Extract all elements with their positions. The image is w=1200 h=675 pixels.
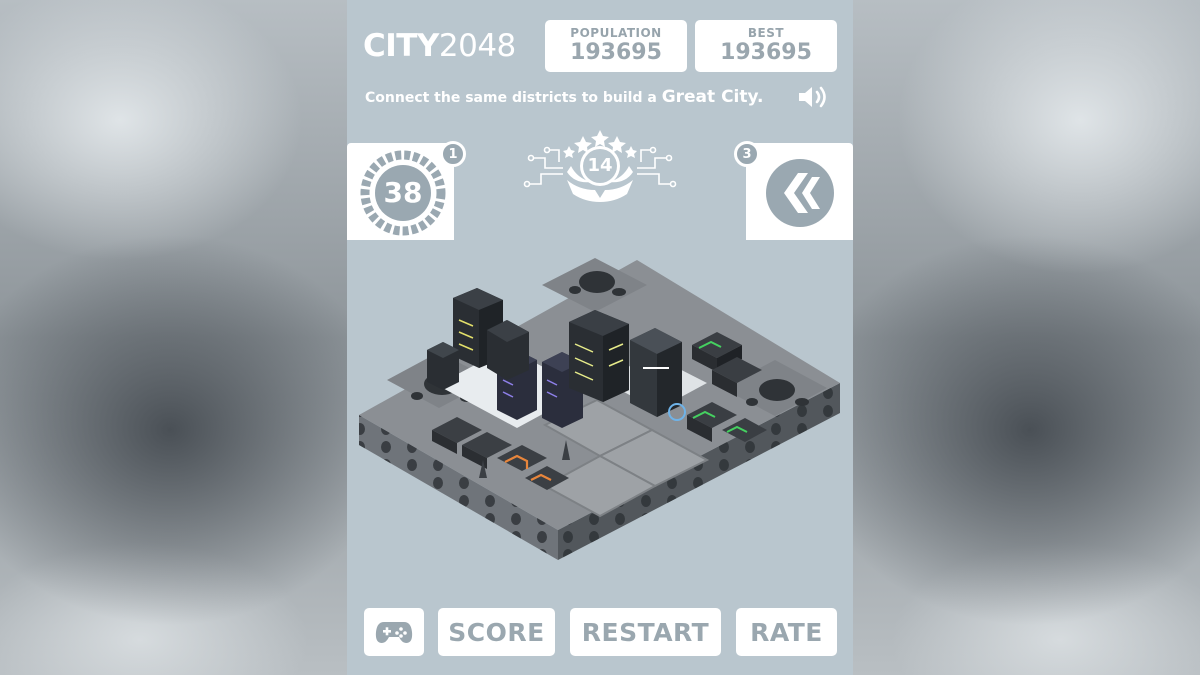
logo-city: CITY [363, 28, 439, 64]
tagline: Connect the same districts to build a Gr… [365, 87, 795, 107]
timer-value: 38 [383, 176, 423, 209]
population-label: POPULATION [570, 26, 662, 40]
undo-powerup-card[interactable] [746, 143, 853, 240]
undo-icon [766, 159, 834, 227]
app-logo: CITY2048 [363, 28, 516, 64]
tagline-text: Connect the same districts to build a [365, 90, 662, 106]
game-center-button[interactable] [364, 608, 424, 656]
monument-tower[interactable] [630, 328, 686, 421]
best-label: BEST [747, 26, 785, 40]
score-button[interactable]: SCORE [438, 608, 555, 656]
logo-2048: 2048 [438, 28, 516, 64]
best-box: BEST 193695 [695, 20, 837, 72]
tower-block[interactable] [569, 310, 629, 402]
timer-count-badge: 1 [440, 141, 466, 167]
speaker-icon[interactable] [797, 84, 831, 110]
bottom-button-row: SCORE RESTART RATE [347, 605, 853, 675]
timer-powerup-card[interactable]: 38 [347, 143, 454, 240]
level-value: 14 [587, 155, 613, 176]
tagline-emphasis: Great City. [661, 87, 764, 107]
game-panel: CITY2048 POPULATION 193695 BEST 193695 C… [347, 0, 853, 675]
rate-button[interactable]: RATE [736, 608, 837, 656]
game-board[interactable] [347, 240, 853, 605]
header: CITY2048 POPULATION 193695 BEST 193695 C… [347, 0, 853, 240]
restart-button[interactable]: RESTART [570, 608, 721, 656]
gamepad-icon [375, 622, 413, 643]
population-box: POPULATION 193695 [545, 20, 687, 72]
population-value: 193695 [570, 40, 662, 65]
best-value: 193695 [720, 40, 812, 65]
undo-count-badge: 3 [734, 141, 760, 167]
